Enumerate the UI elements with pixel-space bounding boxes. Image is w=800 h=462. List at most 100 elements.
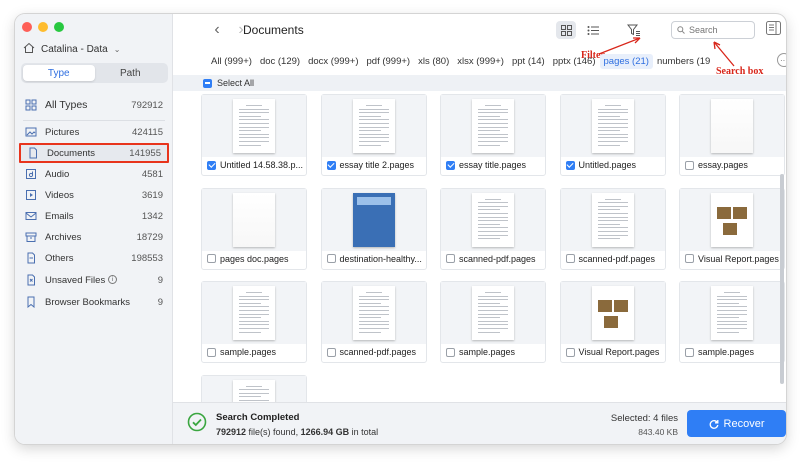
file-thumbnail[interactable] [202, 95, 306, 157]
file-thumbnail[interactable] [202, 282, 306, 344]
close-button[interactable] [22, 22, 32, 32]
file-checkbox[interactable] [446, 347, 455, 357]
file-checkbox[interactable] [565, 347, 575, 357]
file-checkbox[interactable] [565, 254, 575, 263]
tab-numbers[interactable]: numbers (19 [653, 56, 714, 67]
file-thumbnail[interactable] [560, 282, 665, 344]
tab-xls[interactable]: xls (80) [414, 56, 453, 67]
file-card[interactable]: sample.pages [201, 281, 307, 363]
file-card[interactable] [201, 374, 307, 402]
tab-all[interactable]: All (999+) [207, 56, 256, 67]
thumb-text-line [239, 317, 261, 319]
file-checkbox[interactable] [326, 160, 336, 170]
tab-pptx[interactable]: pptx (146) [549, 56, 600, 67]
file-card[interactable]: essay.pages [679, 94, 785, 176]
file-checkbox[interactable] [207, 254, 216, 263]
sidebar-item-documents[interactable]: Documents 141955 [19, 143, 169, 163]
sidebar-item-pictures[interactable]: Pictures 424115 [19, 122, 169, 142]
file-name-row: sample.pages [202, 342, 306, 362]
vertical-scrollbar[interactable] [779, 94, 785, 402]
info-icon[interactable]: i [107, 275, 117, 285]
file-card[interactable]: essay title.pages [440, 94, 546, 176]
sidebar-item-archives[interactable]: Archives 18729 [19, 227, 169, 247]
minimize-button[interactable] [38, 22, 48, 32]
file-thumbnail[interactable] [560, 95, 665, 157]
file-checkbox[interactable] [207, 347, 216, 357]
file-thumbnail[interactable] [202, 188, 306, 251]
thumb-text-line [717, 331, 739, 333]
thumb-photo [717, 206, 731, 219]
file-thumbnail[interactable] [560, 188, 665, 251]
file-thumbnail[interactable] [321, 188, 426, 251]
file-thumbnail[interactable] [321, 282, 426, 344]
file-thumbnail[interactable] [680, 282, 784, 344]
sidebar-item-unsaved-files[interactable]: Unsaved Files i 9 [19, 270, 169, 290]
file-card[interactable]: scanned-pdf.pages [440, 187, 546, 270]
file-thumbnail[interactable] [202, 375, 306, 402]
file-card[interactable]: sample.pages [440, 281, 546, 363]
file-card[interactable]: scanned-pdf.pages [559, 187, 666, 270]
sidebar-item-label: All Types [45, 99, 88, 111]
file-card[interactable]: Visual Report.pages [679, 187, 785, 270]
tab-type[interactable]: Type [23, 65, 95, 81]
file-thumbnail[interactable] [680, 95, 784, 157]
thumb-text-line [239, 306, 269, 308]
thumb-text-line [246, 105, 262, 106]
drive-selector[interactable]: Catalina - Data ⌄ [23, 42, 120, 57]
file-card[interactable]: essay title 2.pages [320, 94, 427, 176]
file-thumbnail[interactable] [441, 95, 545, 157]
tab-xlsx[interactable]: xlsx (999+) [453, 56, 508, 67]
tab-doc[interactable]: doc (129) [256, 56, 304, 67]
more-icon[interactable]: ··· [777, 53, 786, 67]
tab-pages[interactable]: pages (21) [599, 53, 653, 69]
select-all-checkbox[interactable] [203, 78, 212, 88]
thumb-text-line [597, 141, 628, 142]
sidebar-item-emails[interactable]: Emails 1342 [19, 206, 169, 226]
file-checkbox[interactable] [685, 347, 694, 357]
file-card[interactable]: scanned-pdf.pages [320, 281, 427, 363]
select-all-bar[interactable]: Select All [173, 75, 786, 91]
file-checkbox[interactable] [685, 254, 694, 263]
file-checkbox[interactable] [565, 160, 575, 170]
file-checkbox[interactable] [685, 160, 694, 170]
scrollbar-thumb[interactable] [780, 174, 784, 384]
thumb-text-line [239, 324, 269, 326]
thumb-text-line [478, 223, 500, 225]
recover-button[interactable]: Recover [687, 410, 786, 437]
file-name-row: sample.pages [680, 342, 784, 362]
file-checkbox[interactable] [326, 347, 336, 357]
thumb-text-line [358, 137, 389, 139]
sidebar-item-browser-bookmarks[interactable]: Browser Bookmarks 9 [19, 292, 169, 312]
file-card[interactable]: destination-healthy... [320, 187, 427, 270]
document-page-icon [472, 286, 514, 340]
file-card[interactable]: Untitled 14.58.38.p... [201, 94, 307, 176]
picture-icon [25, 126, 37, 138]
thumb-text-line [358, 302, 381, 304]
file-thumbnail[interactable] [321, 95, 426, 157]
file-checkbox[interactable] [326, 254, 336, 263]
tab-path[interactable]: Path [95, 65, 167, 81]
file-card[interactable]: Untitled.pages [559, 94, 666, 176]
sidebar-item-videos[interactable]: Videos 3619 [19, 185, 169, 205]
zoom-button[interactable] [54, 22, 64, 32]
file-checkbox[interactable] [446, 254, 455, 263]
file-card[interactable]: sample.pages [679, 281, 785, 363]
sidebar-divider [23, 120, 165, 121]
file-thumbnail[interactable] [441, 282, 545, 344]
tab-ppt[interactable]: ppt (14) [508, 56, 549, 67]
others-icon [25, 252, 37, 264]
sidebar: Catalina - Data ⌄ Type Path All Types 79… [15, 14, 173, 444]
file-card[interactable]: Visual Report.pages [559, 281, 666, 363]
thumb-text-line [597, 123, 628, 124]
tab-docx[interactable]: docx (999+) [304, 56, 362, 67]
file-name: scanned-pdf.pages [459, 253, 536, 264]
file-thumbnail[interactable] [680, 188, 784, 251]
sidebar-item-all-types[interactable]: All Types 792912 [19, 95, 169, 115]
file-checkbox[interactable] [446, 160, 455, 170]
tab-pdf[interactable]: pdf (999+) [363, 56, 415, 67]
sidebar-item-others[interactable]: Others 198553 [19, 248, 169, 268]
sidebar-item-audio[interactable]: Audio 4581 [19, 164, 169, 184]
file-checkbox[interactable] [207, 160, 216, 170]
file-thumbnail[interactable] [441, 188, 545, 251]
file-card[interactable]: pages doc.pages [201, 187, 307, 270]
